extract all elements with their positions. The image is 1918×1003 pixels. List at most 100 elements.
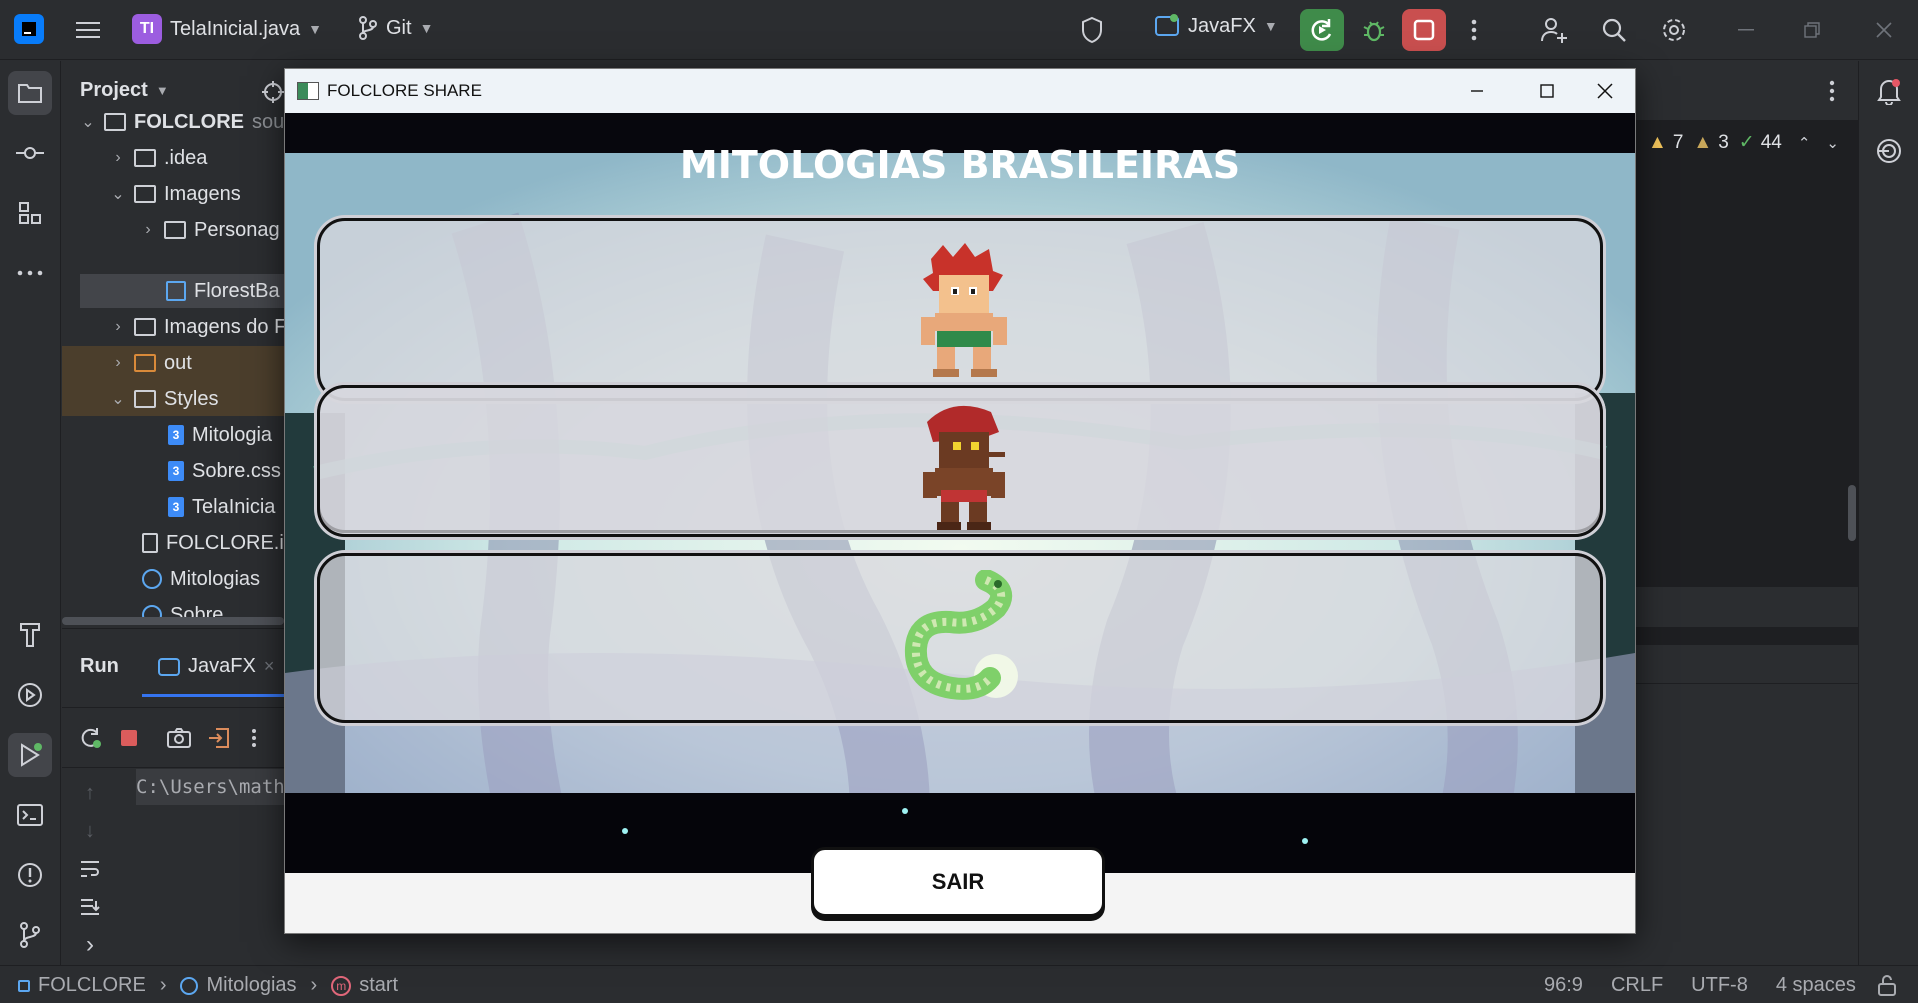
tree-node-imagens-do[interactable]: › Imagens do F	[110, 310, 284, 344]
app-minimize-icon[interactable]	[1447, 69, 1507, 113]
mythology-card-1[interactable]	[317, 218, 1603, 401]
soft-wrap-icon[interactable]	[78, 857, 102, 881]
arrow-down-icon[interactable]: ↓	[78, 819, 102, 843]
tree-node-root[interactable]: ⌄ FOLCLORE sou	[80, 105, 284, 139]
tree-node-mitologias-css[interactable]: 3 Mitologia	[168, 418, 272, 452]
inspection-widget[interactable]: ▲ 7 ▲ 3 ✓ 44 ⌃ ⌄	[1648, 131, 1839, 154]
tree-node-idea[interactable]: › .idea	[110, 141, 207, 175]
locate-target-icon[interactable]	[260, 79, 284, 105]
more-vertical-icon[interactable]	[1820, 77, 1844, 105]
tree-node-folclore-iml[interactable]: FOLCLORE.i	[142, 526, 284, 560]
scroll-to-end-icon[interactable]	[78, 895, 102, 919]
sair-button[interactable]: SAIR	[811, 847, 1105, 917]
app-window-icon	[1155, 14, 1179, 36]
breadcrumb-item[interactable]: FOLCLORE	[38, 974, 146, 997]
project-panel: Project ▼ ⌄ FOLCLORE sou › .idea ⌄ Image…	[62, 61, 284, 627]
unlock-icon[interactable]	[1876, 974, 1898, 996]
intellij-logo-icon	[14, 14, 44, 44]
tree-node-label: Imagens do F	[164, 315, 284, 338]
app-maximize-icon[interactable]	[1517, 69, 1577, 113]
vertical-scrollbar[interactable]	[1848, 485, 1856, 541]
close-icon[interactable]	[1868, 14, 1900, 46]
tree-node-label: .idea	[164, 146, 208, 169]
shield-icon[interactable]	[1076, 14, 1108, 46]
run-tab-javafx[interactable]: JavaFX ×	[158, 655, 274, 678]
run-tool-icon[interactable]	[8, 733, 52, 777]
stop-icon[interactable]	[1402, 9, 1446, 51]
tree-node-mitologias-class[interactable]: Mitologias	[142, 562, 260, 596]
structure-icon[interactable]	[8, 191, 52, 235]
vcs-widget[interactable]: Git ▼	[358, 16, 433, 40]
tree-node-florestbackground[interactable]: FlorestBa	[166, 274, 280, 308]
mythology-card-3[interactable]	[317, 553, 1603, 723]
java-class-icon	[142, 569, 162, 589]
file-encoding[interactable]: UTF-8	[1691, 974, 1748, 997]
add-user-icon[interactable]	[1538, 14, 1570, 46]
rerun-icon[interactable]	[78, 725, 104, 751]
close-tab-icon[interactable]: ×	[264, 656, 275, 677]
camera-icon[interactable]	[166, 725, 192, 751]
vcs-label: Git	[386, 16, 412, 39]
git-branch-icon	[359, 16, 377, 40]
caret-position[interactable]: 96:9	[1544, 974, 1583, 997]
line-separator[interactable]: CRLF	[1611, 974, 1663, 997]
terminal-icon[interactable]	[8, 793, 52, 837]
character-sprite-3	[904, 570, 1018, 700]
git-icon[interactable]	[8, 913, 52, 957]
minimize-icon[interactable]	[1730, 14, 1762, 46]
ai-assistant-icon[interactable]	[1873, 135, 1905, 167]
app-title-bar[interactable]: FOLCLORE SHARE	[285, 69, 1635, 113]
commit-icon[interactable]	[8, 131, 52, 175]
chevron-right-icon[interactable]: ›	[78, 931, 102, 958]
chevron-down-icon[interactable]: ⌄	[1826, 134, 1839, 152]
services-icon[interactable]	[8, 673, 52, 717]
tree-node-out[interactable]: › out	[110, 346, 191, 380]
tree-node-styles[interactable]: ⌄ Styles	[110, 382, 218, 416]
horizontal-scrollbar[interactable]	[62, 617, 284, 625]
arrow-up-icon[interactable]: ↑	[78, 781, 102, 805]
app-close-icon[interactable]	[1575, 69, 1635, 113]
project-panel-header[interactable]: Project ▼	[80, 79, 169, 102]
notifications-bell-icon[interactable]	[1873, 75, 1905, 107]
warning-icon: ▲	[1648, 131, 1667, 153]
indent-setting[interactable]: 4 spaces	[1776, 974, 1856, 997]
restore-icon[interactable]	[1796, 14, 1828, 46]
rerun-icon[interactable]	[1300, 9, 1344, 51]
resource-folder-icon	[164, 221, 186, 239]
debug-bug-icon[interactable]	[1356, 12, 1392, 48]
editor-area: ▲ 7 ▲ 3 ✓ 44 ⌃ ⌄	[1624, 61, 1858, 965]
tree-node-telainicial-css[interactable]: 3 TelaInicia	[168, 490, 275, 524]
tree-node-personagens[interactable]: › Personag	[140, 213, 279, 247]
chevron-right-icon: ›	[115, 318, 121, 335]
exit-icon[interactable]	[206, 725, 232, 751]
module-icon	[18, 979, 30, 992]
gear-icon[interactable]	[1658, 14, 1690, 46]
run-panel: Run JavaFX × ↑ ↓ › C:\Users\math	[62, 628, 285, 965]
main-menu-icon[interactable]	[74, 16, 102, 44]
more-vertical-icon[interactable]	[244, 725, 264, 751]
tree-node-label: FlorestBa	[194, 279, 280, 302]
status-widgets: 96:9 CRLF UTF-8 4 spaces	[1544, 974, 1856, 997]
css-file-icon: 3	[168, 425, 184, 445]
project-selector[interactable]: TI TelaInicial.java ▼	[132, 14, 322, 44]
tree-node-sobre-css[interactable]: 3 Sobre.css	[168, 454, 281, 488]
folder-icon[interactable]	[8, 71, 52, 115]
tree-node-label: Imagens	[164, 182, 241, 205]
breadcrumb-item[interactable]: start	[359, 974, 398, 997]
breadcrumb-item[interactable]: Mitologias	[206, 974, 296, 997]
chevron-up-icon[interactable]: ⌃	[1798, 134, 1811, 152]
build-hammer-icon[interactable]	[8, 613, 52, 657]
file-name-label: TelaInicial.java	[170, 17, 301, 40]
more-horizontal-icon[interactable]	[8, 251, 52, 295]
right-tool-strip	[1858, 61, 1918, 965]
css-file-icon: 3	[168, 461, 184, 481]
stop-icon[interactable]	[118, 727, 140, 749]
problems-icon[interactable]	[8, 853, 52, 897]
tree-node-label: Styles	[164, 387, 219, 410]
search-icon[interactable]	[1598, 14, 1630, 46]
tree-node-label: Sobre.css	[192, 459, 281, 482]
more-vertical-icon[interactable]	[1460, 14, 1488, 46]
tree-node-imagens[interactable]: ⌄ Imagens	[110, 177, 241, 211]
run-config-selector[interactable]: JavaFX ▼	[1154, 14, 1278, 38]
tree-node-label: TelaInicia	[192, 495, 276, 518]
